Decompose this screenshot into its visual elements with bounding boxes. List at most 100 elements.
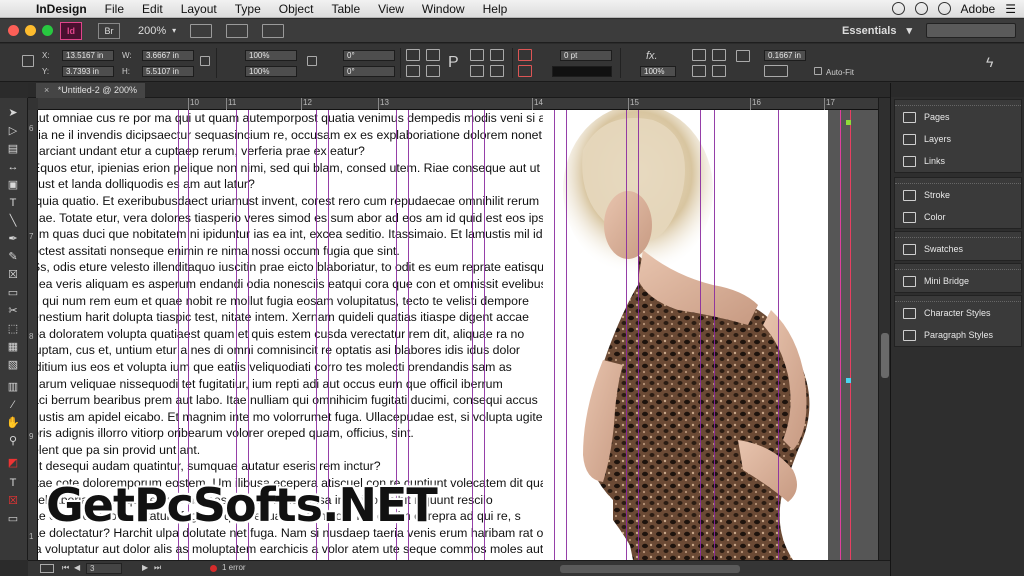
reference-point-icon[interactable] (22, 55, 34, 67)
column-guide[interactable] (638, 110, 639, 560)
menu-type[interactable]: Type (226, 2, 270, 16)
panel-paragraph-styles[interactable]: Paragraph Styles (895, 324, 1021, 346)
eyedropper-tool-icon[interactable]: ⁄ (5, 398, 21, 412)
direct-selection-tool-icon[interactable]: ▷ (5, 124, 21, 138)
effects-fx-icon[interactable]: fx. (646, 50, 658, 62)
panel-color[interactable]: Color (895, 206, 1021, 228)
menu-table[interactable]: Table (322, 2, 369, 16)
free-transform-tool-icon[interactable]: ⬚ (5, 322, 21, 336)
dock-collapse-bar[interactable] (891, 83, 1024, 97)
x-position-field[interactable]: 13.5167 in (62, 50, 114, 61)
menu-object[interactable]: Object (270, 2, 323, 16)
panel-mini-bridge[interactable]: Mini Bridge (895, 270, 1021, 292)
note-tool-icon[interactable]: ▥ (5, 380, 21, 394)
gap-tool-icon[interactable]: ↔ (5, 160, 21, 174)
stroke-type-dropdown[interactable] (552, 66, 612, 77)
height-field[interactable]: 5.5107 in (142, 66, 194, 77)
fitting-options-icon[interactable] (764, 65, 788, 77)
shear-field[interactable]: 0° (343, 66, 395, 77)
page-tool-icon[interactable]: ▤ (5, 142, 21, 156)
column-guide[interactable] (626, 110, 627, 560)
ruler-origin[interactable] (28, 98, 38, 110)
column-guide[interactable] (778, 110, 779, 560)
stroke-weight-field[interactable]: 0 pt (560, 50, 612, 61)
bridge-button[interactable]: Br (98, 22, 120, 39)
column-guide[interactable] (554, 110, 555, 560)
distribute-center-icon[interactable] (712, 65, 726, 77)
preflight-icon[interactable] (40, 564, 54, 573)
vertical-ruler[interactable]: 6 7 8 9 1 (28, 110, 38, 560)
panel-layers[interactable]: Layers (895, 128, 1021, 150)
gradient-swatch-tool-icon[interactable]: ▦ (5, 340, 21, 354)
creative-cloud-icon[interactable] (914, 2, 928, 15)
select-next-icon[interactable] (490, 65, 504, 77)
screen-mode-icon[interactable] (226, 23, 249, 38)
menu-view[interactable]: View (369, 2, 413, 16)
selection-handle[interactable] (846, 120, 851, 125)
arrange-documents-icon[interactable] (262, 23, 285, 38)
rectangle-tool-icon[interactable]: ▭ (5, 286, 21, 300)
page-number-field[interactable]: 3 (86, 563, 122, 574)
column-guide[interactable] (566, 110, 567, 560)
stroke-swatch-icon[interactable] (518, 65, 532, 77)
select-previous-icon[interactable] (470, 65, 484, 77)
next-page-icon[interactable]: ▶ (142, 563, 148, 572)
width-field[interactable]: 3.6667 in (142, 50, 194, 61)
panel-swatches[interactable]: Swatches (895, 238, 1021, 260)
panel-character-styles[interactable]: Character Styles (895, 302, 1021, 324)
vertical-scrollbar[interactable] (878, 98, 890, 560)
autofit-checkbox[interactable] (814, 67, 822, 75)
rotation-field[interactable]: 0° (343, 50, 395, 61)
scale-x-field[interactable]: 100% (245, 50, 297, 61)
close-window-button[interactable] (8, 25, 19, 36)
selection-tool-icon[interactable]: ➤ (5, 106, 21, 120)
rectangle-frame-tool-icon[interactable]: ☒ (5, 268, 21, 282)
panel-pages[interactable]: Pages (895, 106, 1021, 128)
menu-app-name[interactable]: InDesign (30, 2, 96, 16)
zoom-window-button[interactable] (42, 25, 53, 36)
fill-stroke-swatch-icon[interactable]: ◩ (5, 456, 21, 470)
selection-handle[interactable] (846, 378, 851, 383)
panel-links[interactable]: Links (895, 150, 1021, 172)
view-options-icon[interactable] (190, 23, 213, 38)
time-machine-icon[interactable] (937, 2, 951, 15)
apply-none-icon[interactable]: ☒ (5, 494, 21, 508)
menu-layout[interactable]: Layout (172, 2, 226, 16)
pencil-tool-icon[interactable]: ✎ (5, 250, 21, 264)
adobe-label[interactable]: Adobe (961, 2, 996, 16)
menu-window[interactable]: Window (413, 2, 474, 16)
type-tool-icon[interactable]: T (5, 196, 21, 210)
y-position-field[interactable]: 3.7393 in (62, 66, 114, 77)
formatting-affects-icon[interactable]: T (5, 476, 21, 490)
zoom-level-dropdown[interactable]: 200% ▾ (138, 25, 176, 37)
flip-vertical-icon[interactable] (426, 65, 440, 77)
sync-icon[interactable] (891, 2, 905, 15)
lightning-icon[interactable]: ϟ (986, 54, 993, 70)
panel-stroke[interactable]: Stroke (895, 184, 1021, 206)
menu-edit[interactable]: Edit (133, 2, 172, 16)
opacity-field[interactable]: 100% (640, 66, 676, 77)
line-tool-icon[interactable]: ╲ (5, 214, 21, 228)
horizontal-scrollbar[interactable] (560, 565, 740, 573)
fill-swatch-icon[interactable] (518, 49, 532, 61)
menu-help[interactable]: Help (474, 2, 517, 16)
hand-tool-icon[interactable]: ✋ (5, 416, 21, 430)
content-collector-icon[interactable]: ▣ (5, 178, 21, 192)
column-guide[interactable] (472, 110, 473, 560)
close-icon[interactable]: × (44, 85, 49, 95)
last-page-icon[interactable]: ⏭ (154, 563, 161, 573)
constrain-proportions-icon[interactable] (200, 56, 210, 66)
scrollbar-thumb[interactable] (881, 333, 889, 378)
workspace-switcher[interactable]: Essentials ▾ (842, 24, 926, 38)
distribute-left-icon[interactable] (692, 65, 706, 77)
gutter-field[interactable]: 0.1667 in (764, 50, 806, 61)
help-search-input[interactable] (926, 23, 1016, 38)
menu-file[interactable]: File (96, 2, 133, 16)
align-center-icon[interactable] (712, 49, 726, 61)
align-left-icon[interactable] (692, 49, 706, 61)
scale-y-field[interactable]: 100% (245, 66, 297, 77)
previous-page-icon[interactable]: ◀ (74, 563, 80, 572)
list-icon[interactable]: ☰ (1005, 2, 1016, 16)
model-photo[interactable] (543, 110, 828, 560)
select-content-icon[interactable] (490, 49, 504, 61)
